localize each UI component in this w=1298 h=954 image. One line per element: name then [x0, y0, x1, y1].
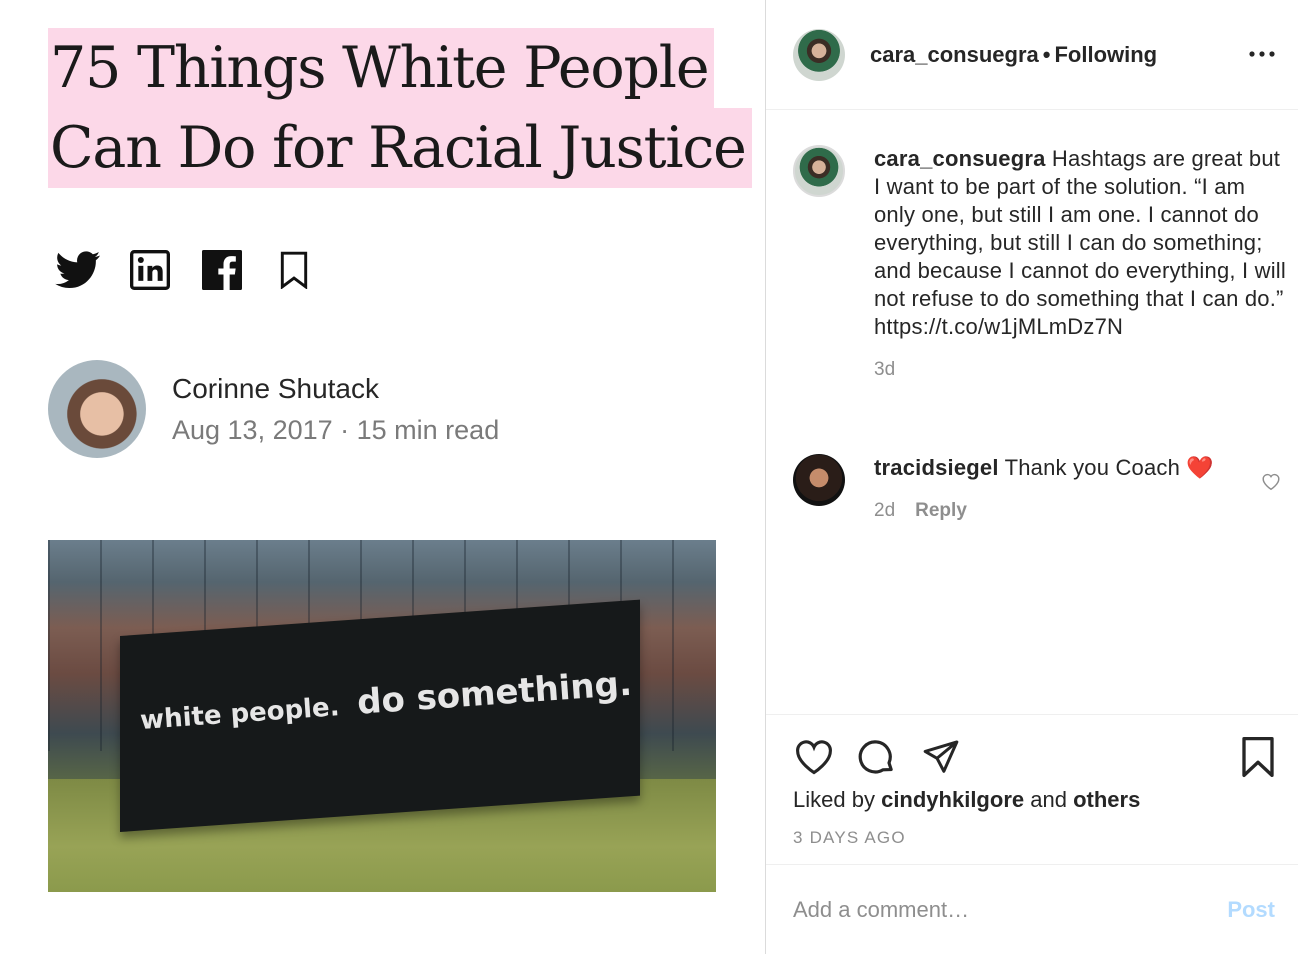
- article-author: Corinne Shutack Aug 13, 2017 · 15 min re…: [48, 360, 499, 458]
- heart-icon: [1262, 473, 1280, 491]
- comment-body: Thank you Coach ❤️: [1004, 455, 1214, 480]
- caption-comment: cara_consuegra Hashtags are great but I …: [793, 145, 1286, 381]
- comment-age[interactable]: 3d: [874, 359, 895, 380]
- bookmark-icon: [270, 246, 318, 294]
- liked-by: Liked by cindyhkilgore and others: [793, 787, 1140, 813]
- header-username[interactable]: cara_consuegra: [870, 42, 1039, 67]
- article-headline: 75 Things White People Can Do for Racial…: [48, 28, 752, 188]
- comment-text: cara_consuegra Hashtags are great but I …: [874, 145, 1286, 341]
- add-comment-bar: Post: [766, 864, 1298, 954]
- twitter-icon: [54, 246, 102, 294]
- header-separator: •: [1042, 41, 1051, 67]
- comment-button[interactable]: [855, 735, 899, 779]
- author-name: Corinne Shutack: [172, 372, 380, 404]
- post-timestamp[interactable]: 3 DAYS AGO: [793, 828, 906, 848]
- like-button[interactable]: [792, 735, 836, 779]
- reply-comment: tracidsiegel Thank you Coach ❤️ 2d Reply: [793, 454, 1286, 522]
- save-icon: [1242, 736, 1274, 778]
- comment-username[interactable]: tracidsiegel: [874, 455, 999, 480]
- linkedin-icon: [126, 246, 174, 294]
- liked-by-others[interactable]: others: [1073, 787, 1140, 812]
- comment-avatar[interactable]: [793, 145, 845, 197]
- post-media[interactable]: 75 Things White People Can Do for Racial…: [0, 0, 765, 954]
- share-icon: [923, 740, 959, 773]
- follow-status[interactable]: Following: [1054, 42, 1157, 67]
- reply-button[interactable]: Reply: [915, 500, 967, 521]
- save-button[interactable]: [1236, 735, 1280, 779]
- heart-icon: [796, 740, 832, 775]
- article-meta: Aug 13, 2017 · 15 min read: [172, 414, 500, 445]
- author-avatar: [48, 360, 146, 458]
- comment-input[interactable]: [793, 896, 1193, 923]
- comment-like-button[interactable]: [1260, 470, 1282, 492]
- facebook-icon: [198, 246, 246, 294]
- post-header: cara_consuegra • Following: [766, 0, 1298, 110]
- more-options-icon: [1249, 51, 1275, 57]
- comment-age[interactable]: 2d: [874, 500, 895, 521]
- post-button[interactable]: Post: [1227, 897, 1275, 923]
- comment-meta: 3d: [874, 359, 1286, 381]
- comment-avatar[interactable]: [793, 454, 845, 506]
- article-photo: white people. do something.: [48, 540, 716, 892]
- liked-by-prefix: Liked by: [793, 787, 875, 812]
- headline-line-1: 75 Things White People: [48, 28, 715, 108]
- comment-body: Hashtags are great but I want to be part…: [874, 146, 1286, 339]
- liked-by-user[interactable]: cindyhkilgore: [881, 787, 1024, 812]
- comment-meta: 2d Reply: [874, 500, 1286, 522]
- author-avatar[interactable]: [793, 28, 845, 81]
- comment-text: tracidsiegel Thank you Coach ❤️: [874, 454, 1286, 482]
- more-options-button[interactable]: [1248, 40, 1276, 68]
- post-actions: Liked by cindyhkilgore and others 3 DAYS…: [766, 714, 1298, 864]
- post-sidebar: cara_consuegra • Following cara_consuegra …: [765, 0, 1298, 954]
- comments-list: cara_consuegra Hashtags are great but I …: [766, 111, 1298, 713]
- article-share-row: [54, 246, 342, 294]
- comment-username[interactable]: cara_consuegra: [874, 146, 1046, 171]
- share-button[interactable]: [919, 735, 963, 779]
- headline-line-2: Can Do for Racial Justice: [48, 108, 752, 188]
- liked-by-and: and: [1030, 787, 1067, 812]
- header-user: cara_consuegra • Following: [870, 42, 1157, 68]
- comment-icon: [858, 740, 893, 774]
